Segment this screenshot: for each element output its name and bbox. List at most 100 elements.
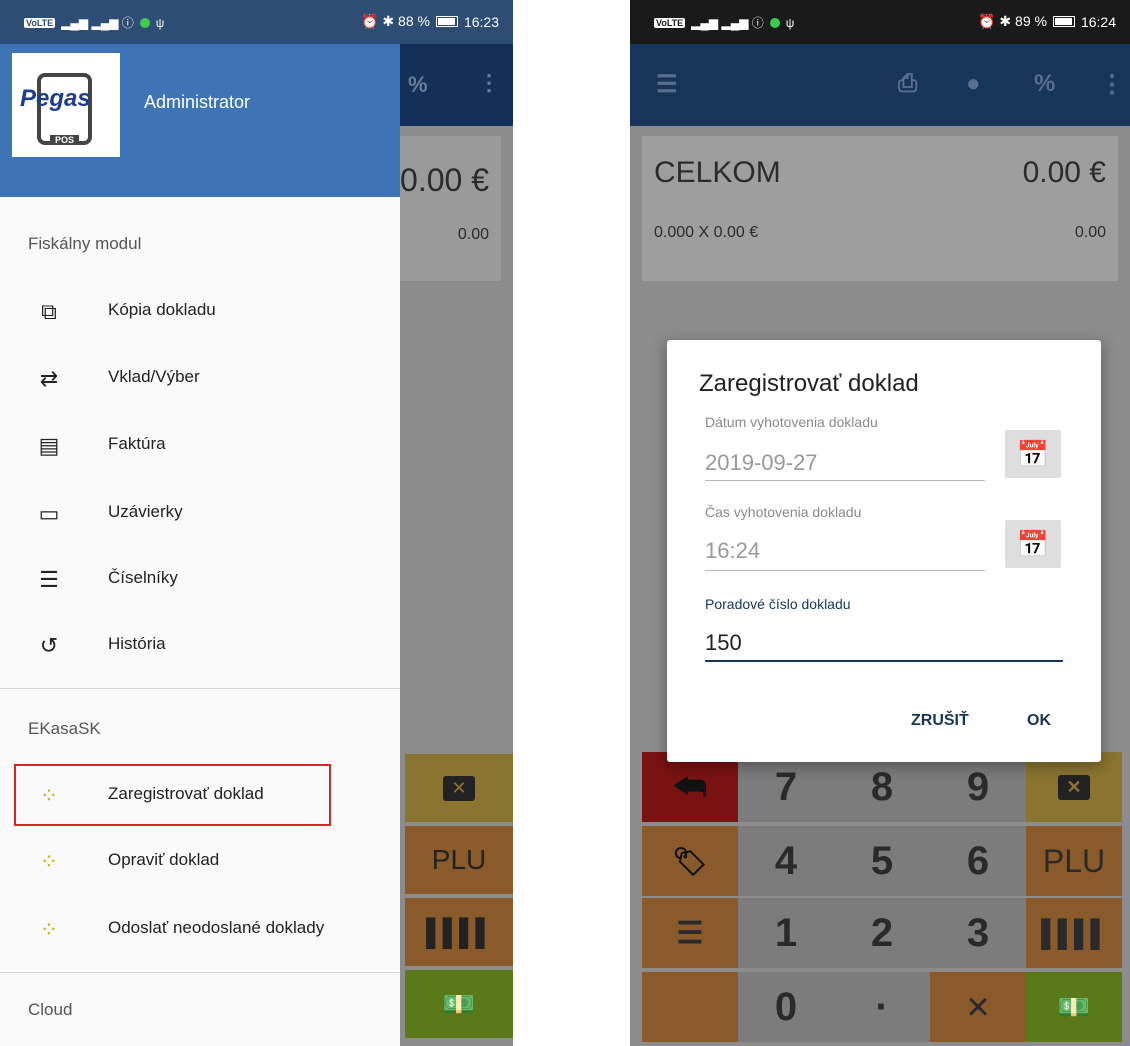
key-9[interactable]: 9 xyxy=(930,752,1026,822)
discount-icon[interactable]: % xyxy=(1034,70,1055,98)
key-4[interactable]: 4 xyxy=(738,826,834,896)
list-key[interactable]: ☰ xyxy=(642,898,738,968)
keypad: ⮪ 7 8 9 ✕ 🏷 4 5 6 PLU ☰ 1 2 3 ▌▌▌▌ 0 · ×… xyxy=(642,752,1122,1046)
time-field[interactable]: 16:24 xyxy=(705,538,760,564)
time-label: Čas vyhotovenia dokladu xyxy=(705,504,862,520)
total-value: 0.00 € xyxy=(400,162,489,198)
qty-value: 0.00 xyxy=(1074,224,1106,241)
cash-key[interactable]: 💵 xyxy=(1026,972,1122,1042)
drawer-header: Pegas POS Administrator xyxy=(0,44,400,197)
menu-item-faktura[interactable]: ▤ Faktúra xyxy=(14,416,400,476)
status-bar: VoLTE ▂▄▆ ▂▄▆ ⓘ ψ ⏰ ✱ 89 % 16:24 xyxy=(630,0,1130,44)
signal-icon: ▂▄▆ ▂▄▆ ⓘ xyxy=(691,16,764,30)
signal-icon: ▂▄▆ ▂▄▆ ⓘ xyxy=(61,16,134,30)
date-underline xyxy=(705,480,985,481)
barcode-key[interactable]: ▌▌▌▌ xyxy=(1026,898,1122,968)
menu-item-historia[interactable]: ↺ História xyxy=(14,616,400,676)
key-2[interactable]: 2 xyxy=(834,898,930,968)
menu-item-ciselniky[interactable]: ☰ Číselníky xyxy=(14,550,400,610)
time-picker-button[interactable]: 📅 xyxy=(1005,520,1061,568)
section-fiskalny-modul: Fiskálny modul xyxy=(28,234,142,253)
status-bar: VoLTE ▂▄▆ ▂▄▆ ⓘ ψ ⏰ ✱ 88 % 16:23 xyxy=(0,0,513,44)
key-1[interactable]: 1 xyxy=(738,898,834,968)
divider xyxy=(0,688,400,689)
date-picker-button[interactable]: 📅 xyxy=(1005,430,1061,478)
cancel-button[interactable]: ZRUŠIŤ xyxy=(911,712,969,730)
account-icon[interactable]: ● xyxy=(966,70,981,98)
usb-icon: ψ xyxy=(785,15,795,30)
backspace-key[interactable]: ✕ xyxy=(1026,752,1122,822)
left-screen: VoLTE ▂▄▆ ▂▄▆ ⓘ ψ ⏰ ✱ 88 % 16:23 % ⋮ 0.00 €… xyxy=(0,0,513,1046)
plu-key: PLU xyxy=(405,826,513,894)
usb-icon: ψ xyxy=(155,15,165,30)
copy-icon: ⧉ xyxy=(41,299,57,324)
history-icon: ↺ xyxy=(39,633,59,658)
decimal-key[interactable]: · xyxy=(834,972,930,1042)
battery-icon xyxy=(1052,16,1075,27)
backspace-key: ✕ xyxy=(405,754,513,822)
user-name: Administrator xyxy=(144,92,251,112)
status-indicators: ⏰ ✱ 89 % xyxy=(978,13,1047,29)
total-value: 0.00 € xyxy=(1022,156,1106,189)
total-label: CELKOM xyxy=(654,156,781,189)
menu-item-uzavierky[interactable]: ▭ Uzávierky xyxy=(14,484,400,544)
navigation-drawer: Pegas POS Administrator Fiskálny modul ⧉… xyxy=(0,44,400,1046)
discount-icon: % xyxy=(408,72,428,97)
pegas-logo: Pegas POS xyxy=(12,53,120,157)
total-card: CELKOM 0.00 € 0.000 X 0.00 € 0.00 xyxy=(642,136,1118,281)
volte-icon: VoLTE xyxy=(24,17,56,28)
list-icon: ☰ xyxy=(39,567,59,592)
number-field[interactable]: 150 xyxy=(705,630,742,656)
calendar-clock-icon: 📅 xyxy=(1016,528,1050,559)
number-label: Poradové číslo dokladu xyxy=(705,596,851,612)
list-icon: ☰ xyxy=(676,916,704,950)
sub-value: 0.00 xyxy=(457,226,489,243)
key-8[interactable]: 8 xyxy=(834,752,930,822)
key-6[interactable]: 6 xyxy=(930,826,1026,896)
menu-item-opravit-doklad[interactable]: ⁘ Opraviť doklad xyxy=(14,832,400,892)
multiply-key[interactable]: × xyxy=(930,972,1026,1042)
cash-icon: 💵 xyxy=(1057,991,1091,1022)
highlight-annotation xyxy=(14,764,331,826)
menu-item-kopia-dokladu[interactable]: ⧉ Kópia dokladu xyxy=(14,282,400,342)
closing-icon: ▭ xyxy=(38,501,60,526)
back-arrow-icon: ⮪ xyxy=(673,765,707,807)
key-0[interactable]: 0 xyxy=(738,972,834,1042)
menu-icon[interactable]: ☰ xyxy=(656,70,678,99)
clock: 16:24 xyxy=(1080,13,1116,30)
volte-icon: VoLTE xyxy=(654,17,686,28)
section-cloud: Cloud xyxy=(28,1000,73,1019)
date-field[interactable]: 2019-09-27 xyxy=(705,450,818,476)
backspace-icon: ✕ xyxy=(1058,774,1090,800)
key-5[interactable]: 5 xyxy=(834,826,930,896)
key-3[interactable]: 3 xyxy=(930,898,1026,968)
status-indicators: ⏰ ✱ 88 % xyxy=(361,13,430,29)
time-underline xyxy=(705,570,985,571)
barcode-key: ▌▌▌▌ xyxy=(405,898,513,966)
calendar-clock-icon: 📅 xyxy=(1016,438,1050,469)
cash-key: 💵 xyxy=(405,970,513,1038)
battery-icon xyxy=(435,16,458,27)
register-receipt-dialog: Zaregistrovať doklad Dátum vyhotovenia d… xyxy=(667,340,1101,762)
menu-item-odoslat-neodoslane[interactable]: ⁘ Odoslať neodoslané doklady xyxy=(14,900,400,960)
app-notification-icon xyxy=(769,17,780,28)
right-screen: VoLTE ▂▄▆ ▂▄▆ ⓘ ψ ⏰ ✱ 89 % 16:24 ☰ ⎙ ● % ⋮ … xyxy=(630,0,1130,1046)
invoice-icon: ▤ xyxy=(38,433,60,458)
plu-key[interactable]: PLU xyxy=(1026,826,1122,896)
key-7[interactable]: 7 xyxy=(738,752,834,822)
ekasa-icon: ⁘ xyxy=(39,849,59,874)
clock: 16:23 xyxy=(463,13,499,30)
date-label: Dátum vyhotovenia dokladu xyxy=(705,414,878,430)
more-icon[interactable]: ⋮ xyxy=(1100,70,1124,99)
blank-key[interactable] xyxy=(642,972,738,1042)
printer-icon[interactable]: ⎙ xyxy=(898,70,917,98)
ok-button[interactable]: OK xyxy=(1027,712,1051,730)
section-ekasask: EKasaSK xyxy=(28,719,101,738)
dialog-title: Zaregistrovať doklad xyxy=(699,370,919,397)
discount-tag-key[interactable]: 🏷 xyxy=(642,826,738,896)
back-key[interactable]: ⮪ xyxy=(642,752,738,822)
app-notification-icon xyxy=(139,17,150,28)
menu-item-vklad-vyber[interactable]: ⇄ Vklad/Výber xyxy=(14,349,400,409)
barcode-icon: ▌▌▌▌ xyxy=(426,916,494,947)
cash-icon: 💵 xyxy=(442,988,476,1019)
